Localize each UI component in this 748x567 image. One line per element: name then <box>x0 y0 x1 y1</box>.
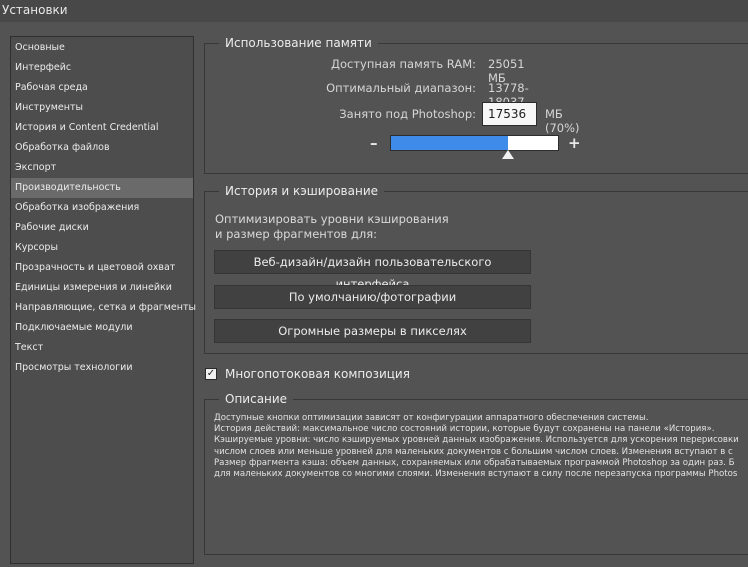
sidebar-item[interactable]: Основные <box>11 38 193 58</box>
description-line: Размер фрагмента кэша: объем данных, сох… <box>214 457 735 468</box>
sidebar-item[interactable]: Интерфейс <box>11 58 193 78</box>
description-line: для маленьких документов со многими слоя… <box>214 469 738 480</box>
sidebar-item[interactable]: История и Content Credential <box>11 118 193 138</box>
memory-slider-fill <box>391 136 508 150</box>
history-cache-title: История и кэширование <box>219 183 384 199</box>
sidebar-item[interactable]: Обработка файлов <box>11 138 193 158</box>
multithread-checkbox[interactable]: ✓ <box>205 368 217 380</box>
sidebar-item[interactable]: Единицы измерения и линейки <box>11 278 193 298</box>
sidebar-item[interactable]: Текст <box>11 338 193 358</box>
sidebar-item[interactable]: Рабочая среда <box>11 78 193 98</box>
sidebar-item[interactable]: Подключаемые модули <box>11 318 193 338</box>
photoshop-memory-input[interactable] <box>482 102 537 126</box>
description-line: Кэшируемые уровни: число кэшируемых уров… <box>214 435 739 446</box>
multithread-row[interactable]: ✓ Многопотоковая композиция <box>205 366 410 382</box>
checkmark-icon: ✓ <box>206 368 216 379</box>
memory-decrease-button[interactable]: – <box>370 134 378 152</box>
preferences-sidebar: Основные Интерфейс Рабочая среда Инструмент… <box>10 36 196 564</box>
sidebar-item[interactable]: Производительность <box>11 178 193 198</box>
description-text: Доступные кнопки оптимизации зависят от … <box>214 413 748 480</box>
description-line: числом слоев или меньше уровней для мале… <box>214 446 733 457</box>
optimize-text-line2: и размер фрагментов для: <box>215 227 378 241</box>
photoshop-memory-label: Занято под Photoshop: <box>339 107 476 121</box>
sidebar-item[interactable]: Просмотры технологии <box>11 358 193 378</box>
sidebar-item[interactable]: Прозрачность и цветовой охват <box>11 258 193 278</box>
sidebar-item[interactable]: Инструменты <box>11 98 193 118</box>
photoshop-memory-unit: МБ (70%) <box>545 107 580 135</box>
huge-pixel-dimensions-button[interactable]: Огромные размеры в пикселях <box>214 319 531 343</box>
memory-slider-track[interactable] <box>390 135 559 151</box>
multithread-label: Многопотоковая композиция <box>225 367 410 381</box>
description-line: История действий: максимальное число сос… <box>214 424 715 435</box>
web-ui-design-button[interactable]: Веб-дизайн/дизайн пользовательского инте… <box>214 250 531 291</box>
sidebar-item[interactable]: Курсоры <box>11 238 193 258</box>
default-photos-button[interactable]: По умолчанию/фотографии <box>214 285 531 309</box>
optimize-text-line1: Оптимизировать уровни кэширования <box>215 212 449 226</box>
description-title: Описание <box>219 391 294 407</box>
description-line: Доступные кнопки оптимизации зависят от … <box>214 413 649 423</box>
available-ram-label: Доступная память RAM: <box>331 57 476 71</box>
sidebar-item[interactable]: Обработка изображения <box>11 198 193 218</box>
sidebar-item[interactable]: Рабочие диски <box>11 218 193 238</box>
optimal-range-label: Оптимальный диапазон: <box>326 81 476 95</box>
window-title: Установки <box>0 0 748 22</box>
memory-increase-button[interactable]: + <box>568 134 581 152</box>
sidebar-item[interactable]: Направляющие, сетка и фрагменты <box>11 298 196 318</box>
sidebar-list: Основные Интерфейс Рабочая среда Инструмент… <box>11 37 196 378</box>
memory-slider-thumb[interactable] <box>502 150 515 159</box>
sidebar-item[interactable]: Экспорт <box>11 158 193 178</box>
memory-usage-title: Использование памяти <box>219 35 378 51</box>
